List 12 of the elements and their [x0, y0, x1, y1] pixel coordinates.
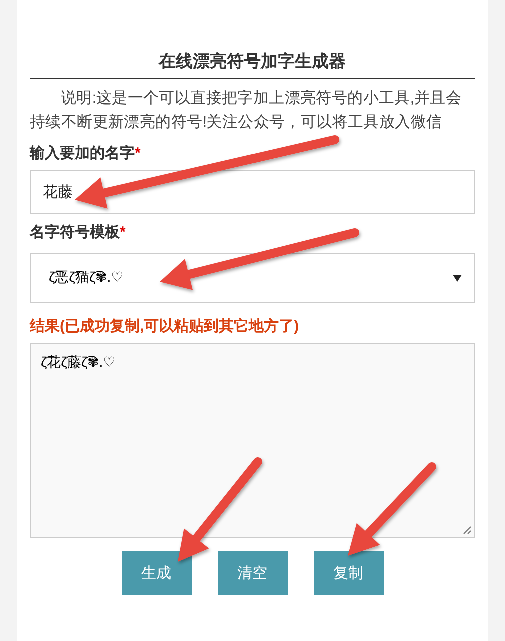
required-mark: *: [135, 145, 141, 162]
page-title: 在线漂亮符号加字生成器: [30, 50, 475, 79]
field-label: 输入要加的名字: [30, 145, 135, 162]
result-text-area[interactable]: ζ͡花ζ͡藤ζ͡✾.♡: [30, 343, 475, 538]
name-input-field[interactable]: 花藤: [30, 170, 475, 214]
template-dropdown[interactable]: ζ͡恶ζ͡猫ζ͡✾.♡: [30, 253, 475, 303]
caret-icon: [453, 274, 462, 282]
resize-grip-icon: [463, 526, 472, 535]
description-text: 说明:这是一个可以直接把字加上漂亮符号的小工具,并且会持续不断更新漂亮的符号!关注公众号，可以将工具放入微信: [30, 88, 463, 133]
field-label: 名字符号模板: [30, 224, 120, 241]
required-mark: *: [120, 224, 126, 241]
result-label: 结果(已成功复制,可以粘贴到其它地方了): [30, 316, 300, 337]
